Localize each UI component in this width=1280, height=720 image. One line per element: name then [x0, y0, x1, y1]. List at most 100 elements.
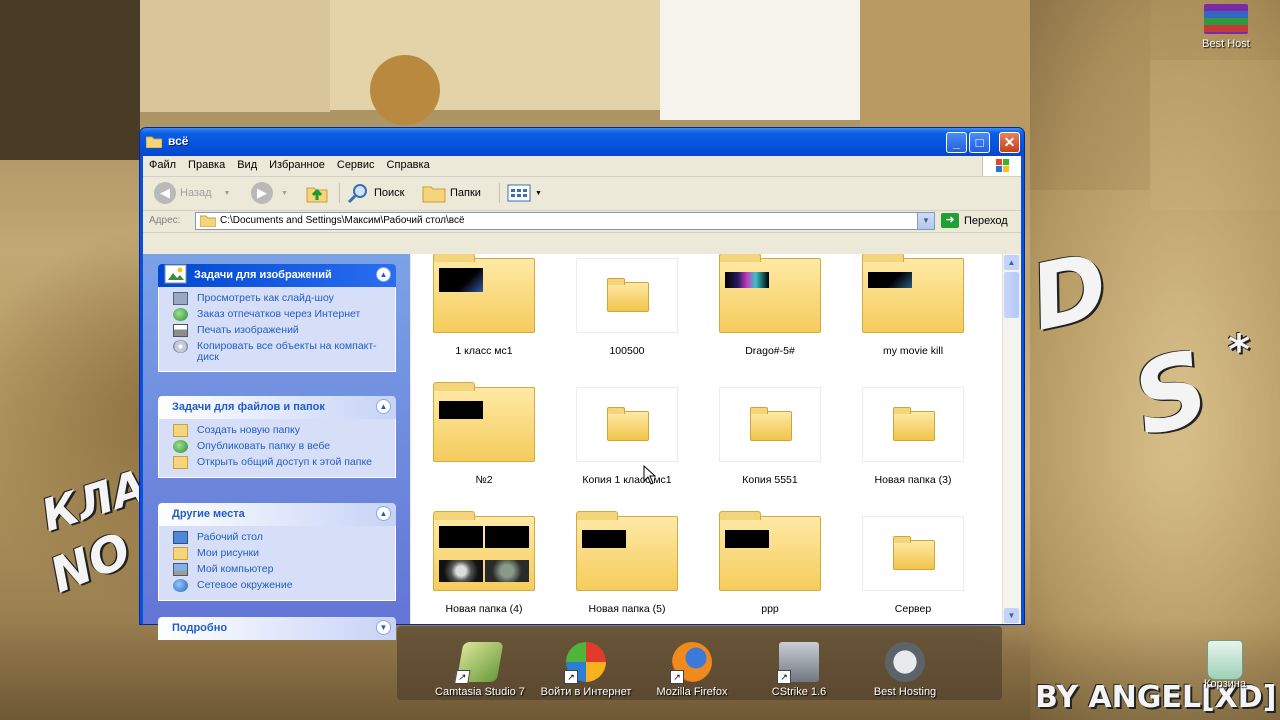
go-button[interactable]: ➜ Переход: [941, 213, 1008, 228]
shortcut-arrow-icon: ↗: [564, 670, 578, 684]
search-button[interactable]: Поиск: [346, 182, 404, 204]
scroll-thumb[interactable]: [1004, 272, 1019, 318]
address-label: Адрес:: [149, 215, 181, 226]
menu-favorites[interactable]: Избранное: [263, 156, 331, 174]
expand-icon[interactable]: ▼: [376, 620, 391, 635]
menu-help[interactable]: Справка: [381, 156, 436, 174]
globe-icon: [173, 308, 188, 321]
standard-toolbar: ◀ Назад ▼ ▶ ▼ Поиск Папки ▼: [143, 177, 1021, 211]
task-label: Мои рисунки: [197, 547, 259, 559]
wallpaper-tile: [660, 0, 860, 120]
desktop-icon-best-hosting[interactable]: Best Hosting: [855, 642, 955, 698]
task-new-folder[interactable]: Создать новую папку: [159, 423, 395, 439]
folder-item[interactable]: Новая папка (3): [858, 387, 968, 486]
picture-tasks-icon: [164, 264, 187, 284]
desktop-icon-recycle-bin[interactable]: Корзина: [1175, 640, 1275, 690]
details-header[interactable]: Подробно ▼: [158, 617, 396, 640]
other-places-title: Другие места: [172, 508, 245, 520]
collapse-icon[interactable]: ▲: [376, 399, 391, 414]
close-button[interactable]: ✕: [999, 132, 1020, 153]
desktop-icon: [173, 531, 188, 544]
folder-item[interactable]: Новая папка (4): [429, 511, 539, 615]
folder-item[interactable]: Drago#-5#: [715, 254, 825, 357]
folder-thumbnail: [862, 387, 964, 462]
folder-name: 1 класс мс1: [455, 345, 513, 357]
desktop-icon-label: Mozilla Firefox: [656, 686, 728, 698]
explorer-window: всё _ □ ✕ Файл Правка Вид Избранное Серв…: [139, 127, 1025, 640]
folder-item[interactable]: 100500: [572, 258, 682, 357]
address-dropdown-icon[interactable]: ▼: [917, 213, 934, 229]
shortcut-arrow-icon: ↗: [777, 670, 791, 684]
image-preview: [868, 272, 912, 288]
file-tasks-title: Задачи для файлов и папок: [172, 401, 325, 413]
desktop-icon-firefox[interactable]: ↗ Mozilla Firefox: [642, 642, 742, 698]
folder-name: №2: [475, 474, 493, 486]
task-slideshow[interactable]: Просмотреть как слайд-шоу: [159, 291, 395, 307]
collapse-icon[interactable]: ▲: [376, 506, 391, 521]
place-my-pictures[interactable]: Мои рисунки: [159, 546, 395, 562]
scroll-up-icon[interactable]: ▲: [1004, 255, 1019, 270]
shortcut-arrow-icon: ↗: [670, 670, 684, 684]
address-input[interactable]: C:\Documents and Settings\Максим\Рабочий…: [195, 212, 935, 230]
folder-thumbnail: [862, 516, 964, 591]
folder-preview-icon: [576, 511, 678, 591]
folder-item[interactable]: Копия 5551: [715, 387, 825, 486]
folder-icon: [607, 278, 649, 312]
image-tasks-body: Просмотреть как слайд-шоу Заказ отпечатк…: [158, 287, 396, 372]
folder-name: 100500: [609, 345, 645, 357]
other-places-header[interactable]: Другие места ▲: [158, 503, 396, 526]
folder-item[interactable]: my movie kill: [858, 254, 968, 357]
scroll-down-icon[interactable]: ▼: [1004, 608, 1019, 623]
address-bar: Адрес: C:\Documents and Settings\Максим\…: [143, 211, 1021, 233]
folder-icon: [200, 215, 216, 227]
forward-button[interactable]: ▶ ▼: [251, 182, 288, 204]
desktop-icon-best-host[interactable]: Best Host: [1176, 4, 1276, 50]
menu-file[interactable]: Файл: [143, 156, 182, 174]
folder-item[interactable]: Новая папка (5): [572, 511, 682, 615]
folder-item[interactable]: №2: [429, 382, 539, 486]
place-my-computer[interactable]: Мой компьютер: [159, 562, 395, 578]
folder-name: Новая папка (5): [588, 603, 666, 615]
task-publish-web[interactable]: Опубликовать папку в вебе: [159, 439, 395, 455]
other-places-panel: Другие места ▲ Рабочий стол Мои рисунки …: [158, 503, 396, 601]
collapse-icon[interactable]: ▲: [376, 267, 391, 282]
menu-tools[interactable]: Сервис: [331, 156, 381, 174]
image-tasks-header[interactable]: Задачи для изображений ▲: [158, 264, 396, 287]
desktop-icon-internet[interactable]: ↗ Войти в Интернет: [536, 642, 636, 698]
folder-item[interactable]: Копия 1 класс мс1: [572, 387, 682, 486]
task-copy-to-cd[interactable]: Копировать все объекты на компакт-диск: [159, 339, 395, 365]
folders-button[interactable]: Папки: [422, 182, 481, 204]
task-print-images[interactable]: Печать изображений: [159, 323, 395, 339]
task-share-folder[interactable]: Открыть общий доступ к этой папке: [159, 455, 395, 471]
folder-item[interactable]: ррр: [715, 511, 825, 615]
back-button[interactable]: ◀ Назад ▼: [154, 182, 230, 204]
camtasia-icon: ↗: [454, 642, 504, 684]
up-folder-button[interactable]: [306, 182, 328, 204]
views-button[interactable]: ▼: [507, 182, 542, 204]
folder-thumbnail: [576, 387, 678, 462]
vertical-scrollbar[interactable]: ▲ ▼: [1002, 254, 1021, 624]
minimize-button[interactable]: _: [946, 132, 967, 153]
internet-connect-icon: ↗: [564, 642, 606, 684]
folders-icon: [422, 186, 446, 203]
firefox-icon: ↗: [670, 642, 712, 684]
menu-view[interactable]: Вид: [231, 156, 263, 174]
file-tasks-header[interactable]: Задачи для файлов и папок ▲: [158, 396, 396, 419]
desktop-icon-label: CStrike 1.6: [771, 686, 827, 698]
desktop-icon-label: Best Host: [1202, 38, 1250, 50]
folder-item[interactable]: 1 класс мс1: [429, 254, 539, 357]
desktop-icon-camtasia[interactable]: ↗ Camtasia Studio 7: [430, 642, 530, 698]
title-bar[interactable]: всё _ □ ✕: [140, 128, 1024, 156]
maximize-button[interactable]: □: [969, 132, 990, 153]
folder-item[interactable]: Сервер: [858, 516, 968, 615]
place-network[interactable]: Сетевое окружение: [159, 578, 395, 594]
desktop-icon-cstrike[interactable]: ↗ CStrike 1.6: [749, 642, 849, 698]
shortcut-arrow-icon: ↗: [454, 670, 471, 684]
task-order-prints[interactable]: Заказ отпечатков через Интернет: [159, 307, 395, 323]
folder-preview-icon: [433, 382, 535, 462]
winrar-icon: [1204, 4, 1248, 34]
folder-thumbnail: [862, 254, 964, 333]
menu-edit[interactable]: Правка: [182, 156, 231, 174]
place-desktop[interactable]: Рабочий стол: [159, 530, 395, 546]
task-label: Открыть общий доступ к этой папке: [197, 456, 373, 468]
